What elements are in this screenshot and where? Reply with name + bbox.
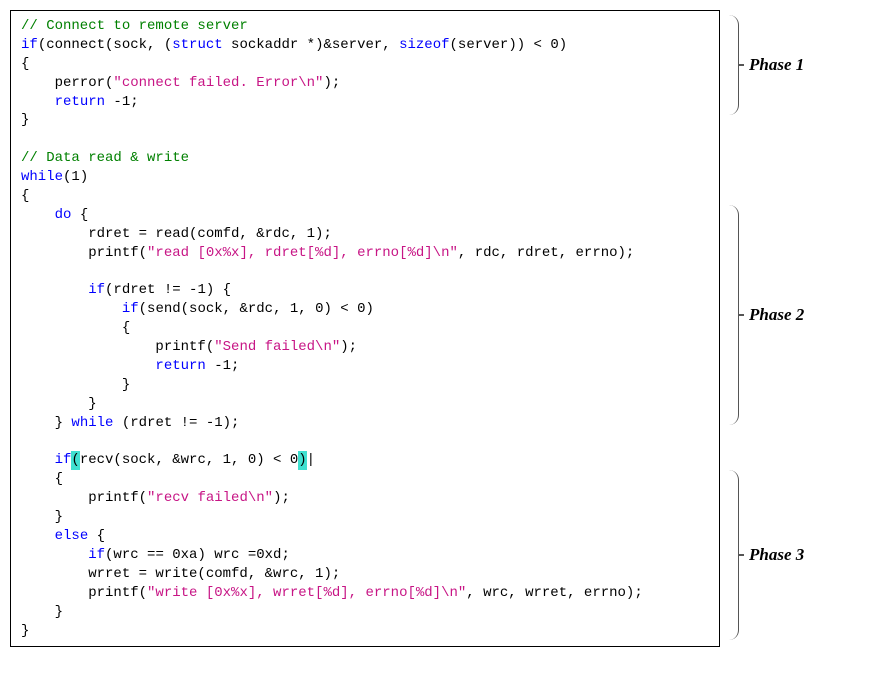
code: (server)) < 0) <box>450 36 568 55</box>
code: , wrc, wrret, errno); <box>466 584 642 603</box>
code: , rdc, rdret, errno); <box>458 244 634 263</box>
code: ); <box>340 338 357 357</box>
phase-1-label: Phase 1 <box>749 55 804 75</box>
code: printf( <box>21 244 147 263</box>
code <box>21 357 155 376</box>
code: rdret = read(comfd, &rdc, 1); <box>21 225 332 244</box>
keyword-if: if <box>88 281 105 300</box>
code: (rdret != -1); <box>113 414 239 433</box>
code <box>21 300 122 319</box>
string: "connect failed. Error\n" <box>113 74 323 93</box>
code <box>21 546 88 565</box>
code: { <box>21 187 29 206</box>
code: ); <box>323 74 340 93</box>
phase-3-label: Phase 3 <box>749 545 804 565</box>
comment: // Connect to remote server <box>21 17 248 36</box>
code <box>21 451 55 470</box>
keyword-while: while <box>21 168 63 187</box>
code: { <box>21 470 63 489</box>
code: -1; <box>105 93 139 112</box>
code: } <box>21 414 71 433</box>
phase-2-bracket: Phase 2 <box>728 205 804 425</box>
code: ); <box>273 489 290 508</box>
code: wrret = write(comfd, &wrc, 1); <box>21 565 340 584</box>
keyword-if: if <box>55 451 72 470</box>
brace-icon <box>728 15 739 115</box>
code-container: // Connect to remote server if(connect(s… <box>10 10 720 647</box>
phase-1-bracket: Phase 1 <box>728 15 804 115</box>
code <box>21 281 88 300</box>
phase-2-label: Phase 2 <box>749 305 804 325</box>
keyword-if: if <box>21 36 38 55</box>
code: { <box>21 55 29 74</box>
code <box>21 527 55 546</box>
code: } <box>21 111 29 130</box>
keyword-if: if <box>88 546 105 565</box>
code: { <box>21 319 130 338</box>
code: (rdret != -1) { <box>105 281 231 300</box>
brace-icon <box>728 470 739 640</box>
code: recv(sock, &wrc, 1, 0) < 0 <box>80 451 298 470</box>
comment: // Data read & write <box>21 149 189 168</box>
keyword-do: do <box>55 206 72 225</box>
code: (wrc == 0xa) wrc =0xd; <box>105 546 290 565</box>
code: (connect(sock, ( <box>38 36 172 55</box>
code <box>21 93 55 112</box>
code: perror( <box>21 74 113 93</box>
code: } <box>21 376 130 395</box>
string: "recv failed\n" <box>147 489 273 508</box>
code: } <box>21 622 29 641</box>
code: } <box>21 508 63 527</box>
code: sockaddr *)&server, <box>223 36 399 55</box>
keyword-else: else <box>55 527 89 546</box>
code <box>21 206 55 225</box>
brace-icon <box>728 205 739 425</box>
code: printf( <box>21 489 147 508</box>
code: { <box>71 206 88 225</box>
string: "read [0x%x], rdret[%d], errno[%d]\n" <box>147 244 458 263</box>
code: } <box>21 395 97 414</box>
keyword-return: return <box>155 357 205 376</box>
string: "write [0x%x], wrret[%d], errno[%d]\n" <box>147 584 466 603</box>
code: (1) <box>63 168 88 187</box>
code: { <box>88 527 105 546</box>
keyword-struct: struct <box>172 36 222 55</box>
code: (send(sock, &rdc, 1, 0) < 0) <box>139 300 374 319</box>
code: -1; <box>206 357 240 376</box>
code: printf( <box>21 584 147 603</box>
code: printf( <box>21 338 214 357</box>
keyword-return: return <box>55 93 105 112</box>
phase-3-bracket: Phase 3 <box>728 470 804 640</box>
keyword-if: if <box>122 300 139 319</box>
highlight-paren-close: ) <box>298 451 306 470</box>
highlight-paren-open: ( <box>71 451 79 470</box>
string: "Send failed\n" <box>214 338 340 357</box>
code: } <box>21 603 63 622</box>
cursor-mark: | <box>307 451 315 470</box>
keyword-sizeof: sizeof <box>399 36 449 55</box>
keyword-while: while <box>71 414 113 433</box>
